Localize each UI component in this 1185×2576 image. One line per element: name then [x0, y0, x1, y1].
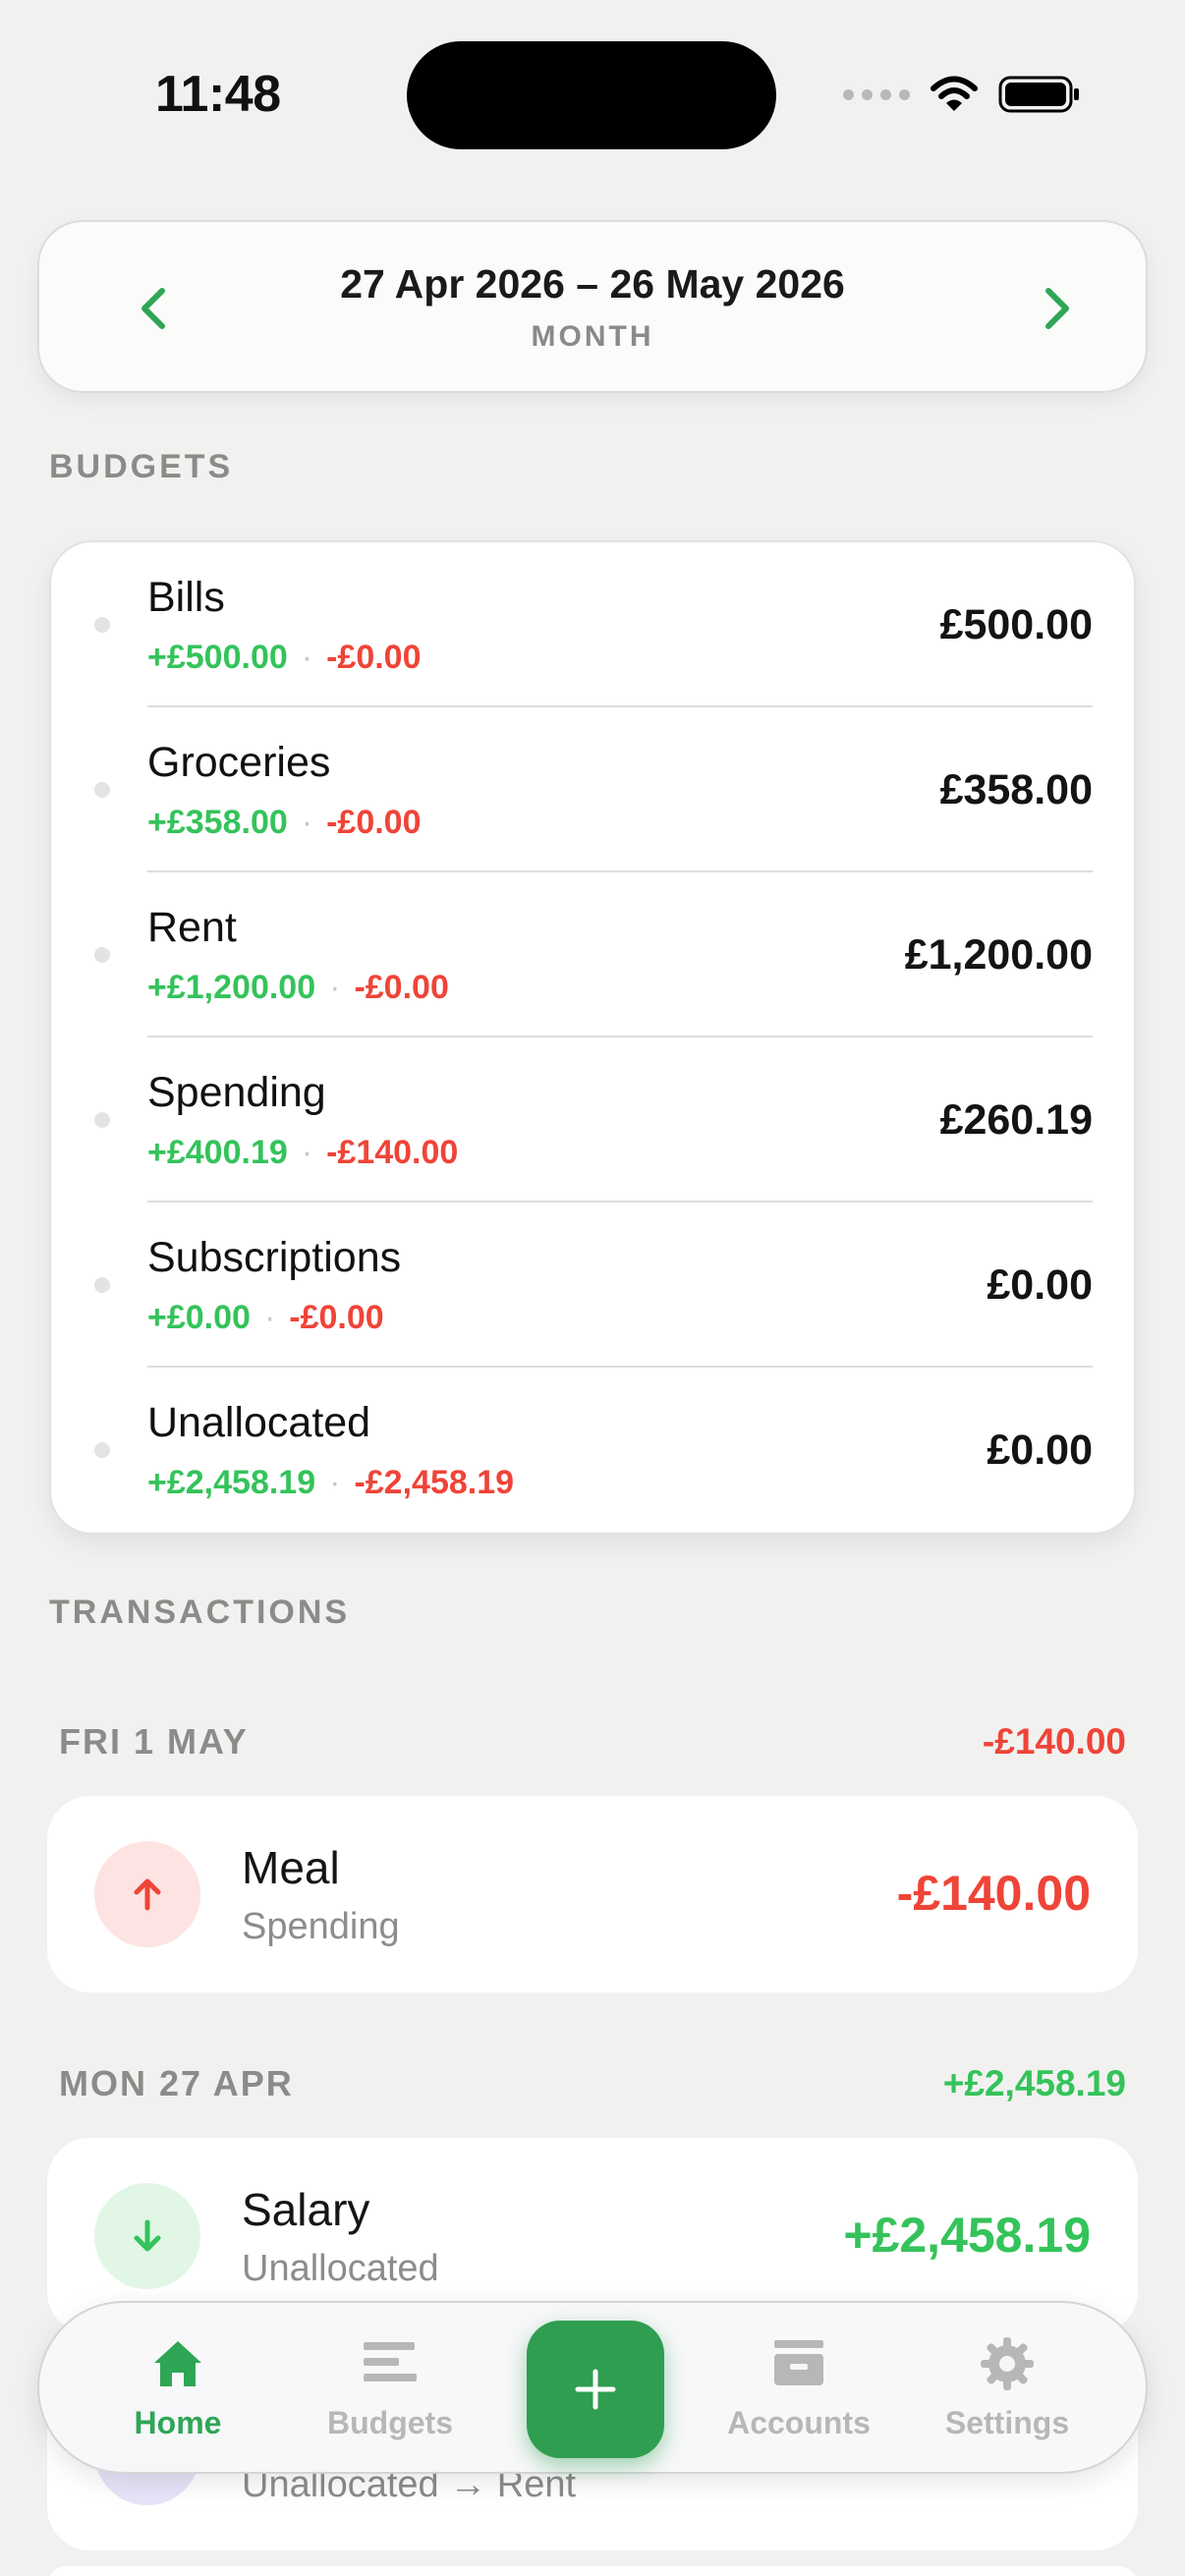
arrow-down-icon	[94, 2183, 200, 2289]
budgets-icon	[359, 2332, 422, 2395]
wifi-icon	[931, 76, 978, 111]
budget-amount: £260.19	[939, 1096, 1093, 1144]
tab-home[interactable]: Home	[94, 2332, 261, 2450]
plus-icon	[575, 2369, 616, 2410]
transaction-amount: -£140.00	[896, 1866, 1091, 1921]
day-date: FRI 1 MAY	[59, 1721, 249, 1762]
budget-amount: £358.00	[939, 766, 1093, 813]
status-icons	[843, 75, 1081, 114]
add-transaction-button[interactable]	[527, 2321, 664, 2458]
budget-in: +£0.00	[147, 1299, 251, 1336]
budget-row-spending[interactable]: Spending +£400.19 · -£140.00 £260.19	[51, 1037, 1134, 1203]
budget-flows: +£500.00 · -£0.00	[147, 639, 422, 677]
separator-dot: ·	[263, 1299, 276, 1336]
budget-out: -£2,458.19	[354, 1464, 515, 1501]
budget-flows: +£2,458.19 · -£2,458.19	[147, 1464, 514, 1502]
budget-row-rent[interactable]: Rent +£1,200.00 · -£0.00 £1,200.00	[51, 872, 1134, 1037]
budget-out: -£0.00	[289, 1299, 384, 1336]
tab-label: Budgets	[327, 2405, 453, 2440]
budget-flows: +£1,200.00 · -£0.00	[147, 969, 449, 1007]
transaction-name: Meal	[242, 1842, 340, 1893]
tab-bar: Home Budgets Accounts Settings	[37, 2301, 1148, 2474]
transaction-name: Salary	[242, 2184, 370, 2235]
budget-color-dot	[94, 1112, 110, 1128]
tab-settings[interactable]: Settings	[924, 2332, 1091, 2450]
budget-row-bills[interactable]: Bills +£500.00 · -£0.00 £500.00	[51, 542, 1134, 707]
dynamic-island	[407, 41, 776, 149]
day-header-fri-1-may: FRI 1 MAY -£140.00	[59, 1721, 1126, 1770]
day-total: -£140.00	[982, 1721, 1126, 1762]
budget-row-subscriptions[interactable]: Subscriptions +£0.00 · -£0.00 £0.00	[51, 1203, 1134, 1368]
battery-icon	[998, 76, 1079, 113]
house-icon	[146, 2332, 209, 2395]
arrow-up-icon	[94, 1841, 200, 1947]
transaction-budget: Spending	[242, 1906, 400, 1947]
tab-label: Accounts	[727, 2405, 871, 2440]
cellular-signal-icon	[843, 88, 910, 100]
day-date: MON 27 APR	[59, 2063, 294, 2103]
transaction-budget: Unallocated	[242, 2248, 439, 2289]
budget-amount: £0.00	[987, 1261, 1093, 1309]
budget-flows: +£400.19 · -£140.00	[147, 1134, 458, 1172]
accounts-icon	[767, 2332, 830, 2395]
transactions-section-title: TRANSACTIONS	[49, 1594, 351, 1631]
budget-color-dot	[94, 1277, 110, 1293]
budget-name: Spending	[147, 1069, 326, 1116]
next-period-button[interactable]	[1030, 281, 1085, 336]
budget-color-dot	[94, 947, 110, 963]
status-time: 11:48	[155, 66, 281, 123]
budget-amount: £0.00	[987, 1427, 1093, 1474]
budget-name: Groceries	[147, 739, 331, 786]
period-unit: MONTH	[531, 320, 654, 353]
chevron-right-icon	[1045, 288, 1069, 329]
budget-name: Bills	[147, 574, 225, 621]
budget-name: Unallocated	[147, 1399, 371, 1446]
budget-out: -£0.00	[326, 639, 422, 676]
budget-color-dot	[94, 617, 110, 633]
gear-icon	[976, 2332, 1039, 2395]
separator-dot: ·	[301, 804, 313, 841]
budget-in: +£1,200.00	[147, 969, 316, 1006]
budget-color-dot	[94, 782, 110, 798]
budget-in: +£400.19	[147, 1134, 288, 1171]
budget-row-unallocated[interactable]: Unallocated +£2,458.19 · -£2,458.19 £0.00	[51, 1368, 1134, 1533]
transaction-amount: +£2,458.19	[843, 2208, 1091, 2263]
budget-out: -£0.00	[354, 969, 449, 1006]
budget-flows: +£0.00 · -£0.00	[147, 1299, 384, 1337]
separator-dot: ·	[329, 969, 341, 1006]
day-total: +£2,458.19	[942, 2063, 1126, 2103]
budget-name: Rent	[147, 904, 237, 951]
home-screen: 11:48 27 Apr 2026 – 26 May 2026 MONTH BU…	[0, 0, 1185, 2576]
budget-in: +£358.00	[147, 804, 288, 841]
period-range[interactable]: 27 Apr 2026 – 26 May 2026	[39, 261, 1146, 308]
separator-dot: ·	[329, 1464, 341, 1501]
period-selector: 27 Apr 2026 – 26 May 2026 MONTH	[37, 220, 1148, 393]
budget-row-groceries[interactable]: Groceries +£358.00 · -£0.00 £358.00	[51, 707, 1134, 872]
budget-flows: +£358.00 · -£0.00	[147, 804, 422, 842]
day-header-mon-27-apr: MON 27 APR +£2,458.19	[59, 2063, 1126, 2112]
budget-out: -£0.00	[326, 804, 422, 841]
budget-in: +£500.00	[147, 639, 288, 676]
budget-name: Subscriptions	[147, 1234, 402, 1281]
budget-color-dot	[94, 1442, 110, 1458]
budgets-list: Bills +£500.00 · -£0.00 £500.00 Groceries …	[49, 540, 1136, 1535]
tab-label: Settings	[944, 2405, 1070, 2440]
tab-accounts[interactable]: Accounts	[715, 2332, 882, 2450]
budget-amount: £500.00	[939, 601, 1093, 648]
budget-amount: £1,200.00	[904, 931, 1093, 979]
budget-in: +£2,458.19	[147, 1464, 316, 1501]
separator-dot: ·	[301, 639, 313, 676]
separator-dot: ·	[301, 1134, 313, 1171]
transaction-card-partial	[47, 2566, 1138, 2576]
tab-label: Home	[134, 2405, 222, 2440]
budget-out: -£140.00	[326, 1134, 459, 1171]
tab-budgets[interactable]: Budgets	[307, 2332, 474, 2450]
transaction-meal[interactable]: Meal Spending -£140.00	[47, 1796, 1138, 1992]
budgets-section-title: BUDGETS	[49, 448, 234, 485]
